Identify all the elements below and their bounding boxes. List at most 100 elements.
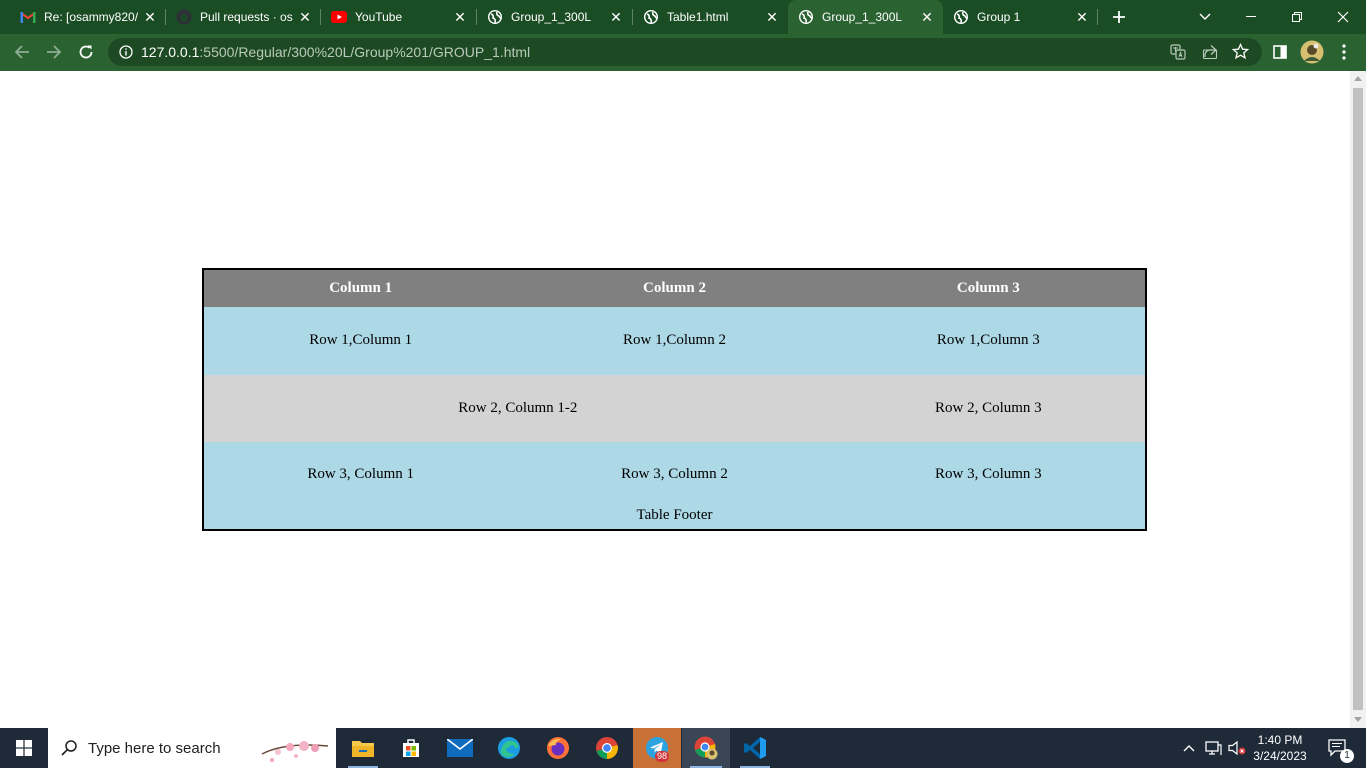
close-icon bbox=[1337, 11, 1349, 23]
arrow-left-icon bbox=[14, 45, 29, 59]
chrome-icon bbox=[596, 737, 618, 759]
tab-separator bbox=[1097, 9, 1098, 25]
vscode-button[interactable] bbox=[732, 728, 778, 768]
column-header: Column 1 bbox=[203, 269, 518, 307]
tab-title: Group_1_300L bbox=[511, 10, 592, 24]
translate-icon[interactable] bbox=[1170, 44, 1186, 60]
globe-icon bbox=[487, 9, 503, 25]
clock-time: 1:40 PM bbox=[1257, 733, 1303, 747]
table-footer: Table Footer bbox=[203, 507, 1146, 530]
new-tab-button[interactable] bbox=[1106, 0, 1132, 34]
close-icon[interactable]: ✕ bbox=[919, 9, 935, 25]
tab-group-1-300l[interactable]: Group_1_300L ✕ bbox=[477, 0, 632, 34]
globe-icon bbox=[953, 9, 969, 25]
close-icon[interactable]: ✕ bbox=[1074, 9, 1090, 25]
side-panel-button[interactable] bbox=[1266, 38, 1294, 66]
clock[interactable]: 1:40 PM 3/24/2023 bbox=[1250, 728, 1310, 768]
tab-search-button[interactable] bbox=[1192, 0, 1218, 34]
profile-avatar[interactable] bbox=[1298, 38, 1326, 66]
edge-icon bbox=[498, 737, 520, 759]
scrollbar-thumb[interactable] bbox=[1353, 88, 1363, 710]
table-footer-row: Table Footer bbox=[203, 507, 1146, 530]
chevron-down-icon bbox=[1199, 13, 1211, 20]
volume-muted-icon bbox=[1228, 740, 1246, 756]
table-row: Row 2, Column 1-2 Row 2, Column 3 bbox=[203, 374, 1146, 443]
tab-youtube[interactable]: YouTube ✕ bbox=[321, 0, 476, 34]
tab-group-1[interactable]: Group 1 ✕ bbox=[943, 0, 1098, 34]
tab-gmail[interactable]: Re: [osammy820/ ✕ bbox=[0, 0, 166, 34]
share-icon[interactable] bbox=[1202, 44, 1218, 60]
menu-button[interactable] bbox=[1330, 38, 1358, 66]
vertical-scrollbar[interactable] bbox=[1350, 71, 1366, 728]
table-cell: Row 3, Column 2 bbox=[517, 442, 832, 507]
info-icon[interactable] bbox=[119, 45, 133, 59]
volume-button[interactable] bbox=[1226, 728, 1248, 768]
arrow-right-icon bbox=[47, 45, 62, 59]
table-cell: Row 2, Column 1-2 bbox=[203, 374, 832, 443]
table-cell: Row 1,Column 3 bbox=[831, 307, 1146, 375]
folder-icon bbox=[352, 741, 374, 757]
tab-github[interactable]: Pull requests · os ✕ bbox=[166, 0, 321, 34]
column-header: Column 2 bbox=[517, 269, 832, 307]
network-button[interactable] bbox=[1202, 728, 1224, 768]
table-cell: Row 1,Column 1 bbox=[203, 307, 518, 375]
address-bar[interactable]: 127.0.0.1:5500/Regular/300%20L/Group%201… bbox=[108, 38, 1262, 66]
mail-icon bbox=[447, 739, 473, 757]
close-icon[interactable]: ✕ bbox=[297, 9, 313, 25]
file-explorer-button[interactable] bbox=[340, 728, 386, 768]
firefox-icon bbox=[547, 737, 569, 759]
restore-button[interactable] bbox=[1274, 0, 1320, 34]
mail-button[interactable] bbox=[437, 728, 483, 768]
windows-taskbar: Type here to search 98 1:40 PM 3/24/2023… bbox=[0, 728, 1366, 768]
back-button[interactable] bbox=[8, 38, 36, 66]
close-window-button[interactable] bbox=[1320, 0, 1366, 34]
tab-title: Group 1 bbox=[977, 10, 1021, 24]
chrome-profile-icon bbox=[694, 736, 718, 760]
minimize-button[interactable] bbox=[1228, 0, 1274, 34]
data-table: Column 1 Column 2 Column 3 Row 1,Column … bbox=[202, 268, 1147, 531]
reload-button[interactable] bbox=[72, 38, 100, 66]
firefox-button[interactable] bbox=[535, 728, 581, 768]
show-hidden-icons-button[interactable] bbox=[1178, 728, 1200, 768]
url-path: :5500/Regular/300%20L/Group%201/GROUP_1.… bbox=[199, 44, 531, 60]
globe-icon bbox=[643, 9, 659, 25]
restore-icon bbox=[1292, 12, 1302, 22]
table-cell: Row 3, Column 3 bbox=[831, 442, 1146, 507]
table-cell: Row 3, Column 1 bbox=[203, 442, 518, 507]
tab-group-1-300l-active[interactable]: Group_1_300L ✕ bbox=[788, 0, 943, 34]
minimize-icon bbox=[1246, 16, 1256, 17]
network-icon bbox=[1205, 741, 1222, 755]
browser-toolbar: 127.0.0.1:5500/Regular/300%20L/Group%201… bbox=[0, 34, 1366, 71]
cherry-blossom-icon bbox=[260, 734, 330, 764]
notifications-button[interactable]: 1 bbox=[1318, 728, 1358, 768]
microsoft-store-button[interactable] bbox=[388, 728, 434, 768]
taskbar-search[interactable]: Type here to search bbox=[48, 728, 336, 768]
vscode-icon bbox=[744, 737, 766, 759]
tab-title: Table1.html bbox=[667, 10, 729, 24]
gmail-icon bbox=[20, 9, 36, 25]
tab-table1[interactable]: Table1.html ✕ bbox=[633, 0, 788, 34]
search-icon bbox=[60, 739, 78, 757]
column-header: Column 3 bbox=[831, 269, 1146, 307]
edge-button[interactable] bbox=[486, 728, 532, 768]
scroll-up-icon[interactable] bbox=[1354, 76, 1362, 81]
table-row: Row 3, Column 1 Row 3, Column 2 Row 3, C… bbox=[203, 442, 1146, 507]
globe-icon bbox=[798, 9, 814, 25]
chrome-window-button[interactable] bbox=[682, 728, 730, 768]
kebab-menu-icon bbox=[1342, 44, 1346, 60]
telegram-button[interactable]: 98 bbox=[633, 728, 681, 768]
side-panel-icon bbox=[1273, 45, 1287, 59]
youtube-icon bbox=[331, 9, 347, 25]
tab-title: Group_1_300L bbox=[822, 10, 903, 24]
star-icon[interactable] bbox=[1232, 43, 1249, 60]
close-icon[interactable]: ✕ bbox=[608, 9, 624, 25]
close-icon[interactable]: ✕ bbox=[452, 9, 468, 25]
start-button[interactable] bbox=[0, 728, 48, 768]
forward-button[interactable] bbox=[40, 38, 68, 66]
scroll-down-icon[interactable] bbox=[1354, 717, 1362, 722]
unread-badge: 98 bbox=[655, 751, 670, 762]
close-icon[interactable]: ✕ bbox=[142, 9, 158, 25]
plus-icon bbox=[1113, 11, 1125, 23]
close-icon[interactable]: ✕ bbox=[764, 9, 780, 25]
chrome-button[interactable] bbox=[584, 728, 630, 768]
